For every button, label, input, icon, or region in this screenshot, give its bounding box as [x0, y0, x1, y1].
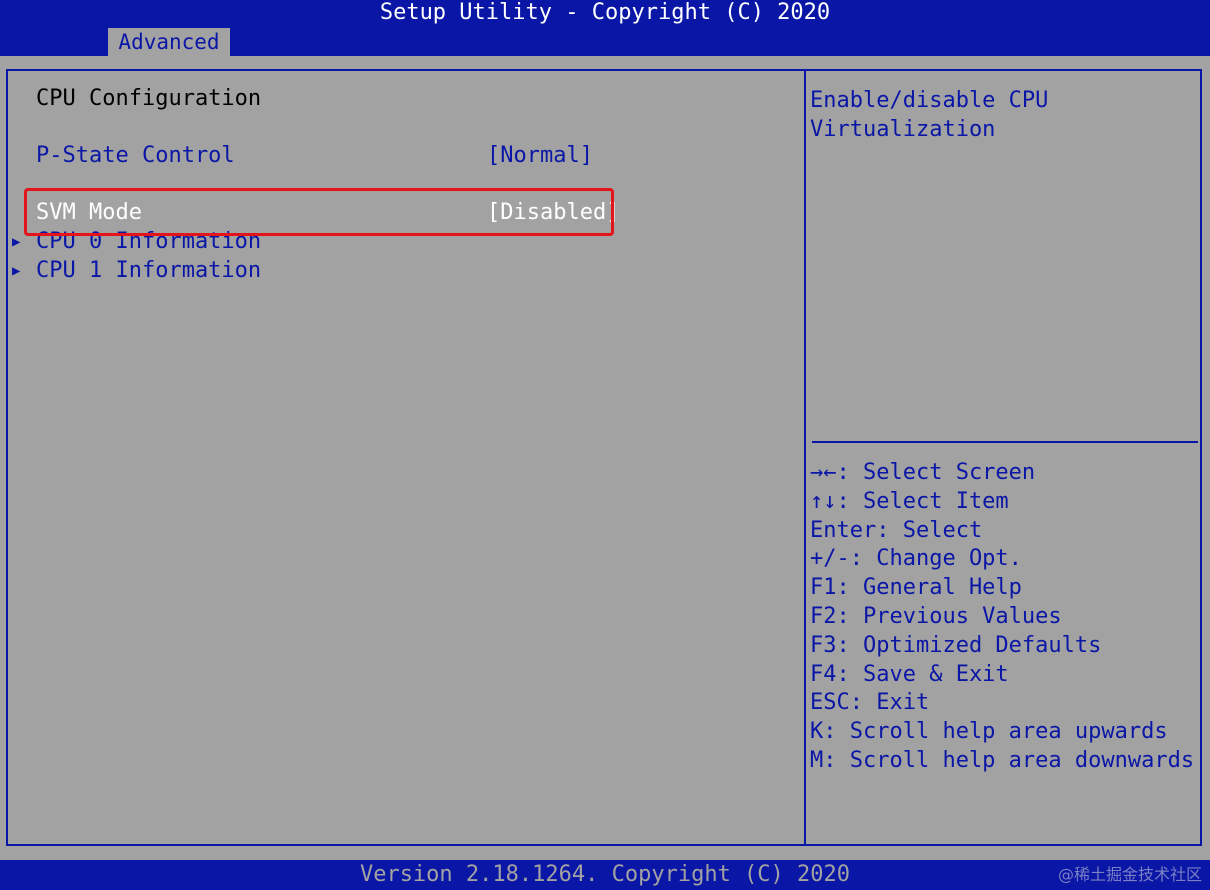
key-help-item: F2: Previous Values [810, 603, 1062, 629]
triangle-right-icon: ▶ [12, 263, 21, 279]
tab-advanced[interactable]: Advanced [108, 28, 230, 56]
setting-pstate-control-label[interactable]: P-State Control [36, 142, 235, 170]
key-help-item: Enter: Select [810, 517, 983, 543]
version-footer: Version 2.18.1264. Copyright (C) 2020 [359, 862, 851, 887]
triangle-right-icon: ▶ [12, 234, 21, 250]
section-title: CPU Configuration [36, 86, 262, 111]
setting-pstate-control-value[interactable]: [Normal] [487, 142, 593, 170]
submenu-cpu1-information[interactable]: CPU 1 Information [36, 257, 261, 285]
key-help-item: F1: General Help [810, 575, 1022, 601]
key-help-item: F4: Save & Exit [810, 661, 1009, 687]
key-help-item: ESC: Exit [810, 690, 930, 716]
help-divider [812, 441, 1198, 443]
panel-divider [804, 70, 806, 846]
key-help-item: ↑↓: Select Item [810, 488, 1009, 514]
key-help-list: →←: Select Screen ↑↓: Select Item Enter:… [810, 459, 1200, 776]
selection-highlight-box [24, 188, 614, 236]
key-help-item: +/-: Change Opt. [810, 546, 1022, 572]
watermark: @稀土掘金技术社区 [1057, 865, 1202, 884]
setup-title: Setup Utility - Copyright (C) 2020 [379, 0, 831, 25]
help-description: Enable/disable CPU Virtualization [810, 88, 1049, 142]
key-help-item: F3: Optimized Defaults [810, 632, 1102, 658]
key-help-item: →←: Select Screen [810, 460, 1036, 485]
key-help-item: M: Scroll help area downwards [810, 747, 1195, 773]
key-help-item: K: Scroll help area upwards [810, 719, 1168, 745]
